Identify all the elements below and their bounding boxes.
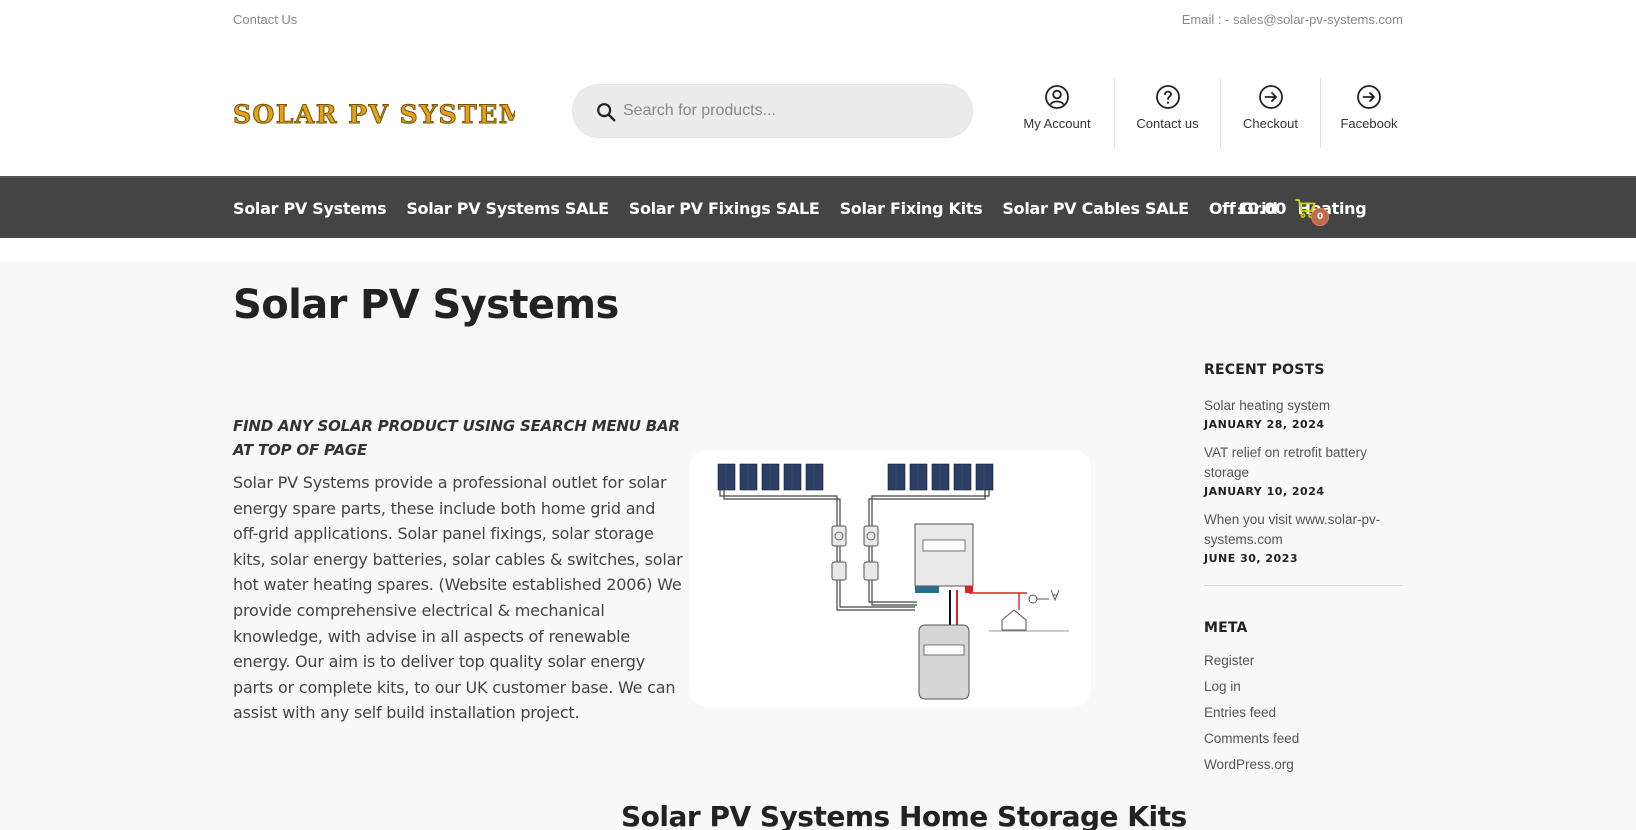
facebook-link[interactable]: Facebook bbox=[1321, 78, 1417, 148]
post-date: JUNE 30, 2023 bbox=[1204, 552, 1299, 565]
post-date: JANUARY 28, 2024 bbox=[1204, 418, 1325, 431]
cart-count-badge: 0 bbox=[1311, 208, 1330, 226]
nav-item-solar-pv-systems-sale[interactable]: Solar PV Systems SALE bbox=[406, 199, 609, 218]
search-tagline: FIND ANY SOLAR PRODUCT USING SEARCH MENU… bbox=[233, 417, 680, 459]
nav-item-solar-pv-cables-sale[interactable]: Solar PV Cables SALE bbox=[1002, 199, 1189, 218]
checkout-label: Checkout bbox=[1243, 116, 1298, 131]
logo-text: SOLAR PV SYSTEMS bbox=[233, 100, 515, 129]
post-title-link[interactable]: VAT relief on retrofit battery storage bbox=[1204, 443, 1403, 483]
contact-us-label: Contact us bbox=[1136, 116, 1199, 131]
post-date: JANUARY 10, 2024 bbox=[1204, 485, 1325, 498]
meta-link-comments-feed[interactable]: Comments feed bbox=[1204, 726, 1403, 752]
meta-link-login[interactable]: Log in bbox=[1204, 674, 1403, 700]
header-links: My Account Contact us Checkout Facebook bbox=[1000, 78, 1417, 148]
cart-icon-wrap: 0 bbox=[1294, 196, 1330, 226]
nav-item-solar-fixing-kits[interactable]: Solar Fixing Kits bbox=[840, 199, 983, 218]
question-circle-icon bbox=[1155, 85, 1180, 109]
site-logo[interactable]: SOLAR PV SYSTEMS bbox=[233, 96, 547, 130]
recent-posts-heading: RECENT POSTS bbox=[1204, 362, 1325, 378]
meta-links: Register Log in Entries feed Comments fe… bbox=[1204, 648, 1403, 778]
logo-wordmark: SOLAR PV SYSTEMS bbox=[233, 100, 547, 130]
cart-link[interactable]: £0.00 0 bbox=[1237, 178, 1330, 238]
list-item: When you visit www.solar-pv-systems.com … bbox=[1204, 510, 1403, 565]
contact-us-link[interactable]: Contact us bbox=[1115, 78, 1221, 148]
my-account-label: My Account bbox=[1023, 116, 1091, 131]
page-title: Solar PV Systems bbox=[233, 282, 619, 328]
checkout-link[interactable]: Checkout bbox=[1221, 78, 1321, 148]
top-bar: Contact Us Email : - sales@solar-pv-syst… bbox=[0, 0, 1636, 46]
site-header: SOLAR PV SYSTEMS My Account Contact us bbox=[0, 46, 1636, 178]
post-title-link[interactable]: Solar heating system bbox=[1204, 396, 1403, 416]
meta-heading: META bbox=[1204, 620, 1248, 636]
section-title: Solar PV Systems Home Storage Kits bbox=[621, 800, 1187, 830]
arrow-circle-icon bbox=[1258, 85, 1283, 109]
arrow-circle-icon bbox=[1357, 85, 1381, 109]
top-contact-link[interactable]: Contact Us bbox=[233, 12, 297, 27]
sidebar: RECENT POSTS Solar heating system JANUAR… bbox=[1204, 362, 1403, 778]
recent-posts-list: Solar heating system JANUARY 28, 2024 VA… bbox=[1204, 396, 1403, 565]
post-title-link[interactable]: When you visit www.solar-pv-systems.com bbox=[1204, 510, 1403, 550]
nav-menu: Solar PV Systems Solar PV Systems SALE S… bbox=[233, 178, 1367, 238]
list-item: Solar heating system JANUARY 28, 2024 bbox=[1204, 396, 1403, 431]
cart-amount: £0.00 bbox=[1237, 198, 1287, 218]
my-account-link[interactable]: My Account bbox=[1000, 78, 1115, 148]
sidebar-divider bbox=[1204, 585, 1403, 586]
search-input[interactable] bbox=[623, 85, 953, 137]
nav-item-solar-pv-systems[interactable]: Solar PV Systems bbox=[233, 199, 387, 218]
search-icon[interactable] bbox=[595, 101, 617, 123]
meta-link-wordpress[interactable]: WordPress.org bbox=[1204, 752, 1403, 778]
meta-link-entries-feed[interactable]: Entries feed bbox=[1204, 700, 1403, 726]
list-item: VAT relief on retrofit battery storage J… bbox=[1204, 443, 1403, 498]
user-circle-icon bbox=[1045, 85, 1069, 109]
diagram-illustration bbox=[717, 463, 1069, 700]
meta-link-register[interactable]: Register bbox=[1204, 648, 1403, 674]
solar-system-diagram bbox=[689, 450, 1091, 707]
nav-spacer bbox=[0, 238, 1636, 262]
facebook-label: Facebook bbox=[1340, 116, 1398, 131]
intro-paragraph: Solar PV Systems provide a professional … bbox=[233, 473, 683, 723]
search-bar[interactable] bbox=[572, 84, 973, 138]
top-email-text[interactable]: Email : - sales@solar-pv-systems.com bbox=[1182, 12, 1403, 27]
primary-nav: Solar PV Systems Solar PV Systems SALE S… bbox=[0, 178, 1636, 238]
nav-item-solar-pv-fixings-sale[interactable]: Solar PV Fixings SALE bbox=[629, 199, 820, 218]
